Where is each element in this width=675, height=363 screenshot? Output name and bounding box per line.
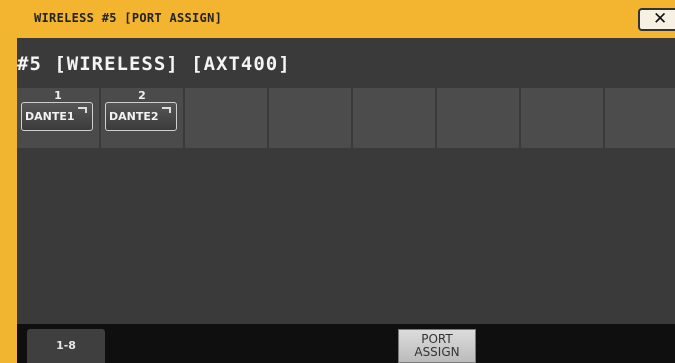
port-slot-6[interactable] [437, 88, 519, 148]
title-bar: WIRELESS #5 [PORT ASSIGN] ✕ [0, 0, 675, 38]
port-slot-4[interactable] [269, 88, 351, 148]
port-slot-7[interactable] [521, 88, 603, 148]
close-button[interactable]: ✕ [638, 8, 675, 31]
slot-number: 2 [138, 89, 146, 102]
port-button-dante1[interactable]: DANTE1 [21, 102, 93, 131]
slot-number: 1 [54, 89, 62, 102]
port-button-label: DANTE2 [109, 110, 159, 123]
port-slots: 1 DANTE1 2 DANTE2 [17, 88, 675, 148]
footer-bar [17, 324, 675, 363]
port-slot-5[interactable] [353, 88, 435, 148]
port-slot-2: 2 DANTE2 [101, 88, 183, 148]
port-assign-tab[interactable]: PORT ASSIGN [398, 329, 476, 363]
window-title: WIRELESS #5 [PORT ASSIGN] [34, 11, 223, 25]
page-tab-1-8[interactable]: 1-8 [27, 329, 105, 363]
port-slot-1: 1 DANTE1 [17, 88, 99, 148]
port-slot-8[interactable] [605, 88, 675, 148]
port-assign-label-line2: ASSIGN [414, 345, 460, 359]
popup-indicator-icon [162, 107, 171, 113]
port-button-label: DANTE1 [25, 110, 75, 123]
port-assign-window: WIRELESS #5 [PORT ASSIGN] ✕ #5 [WIRELESS… [0, 0, 675, 363]
popup-indicator-icon [78, 107, 87, 113]
port-slot-3[interactable] [185, 88, 267, 148]
close-icon: ✕ [653, 9, 668, 29]
port-button-dante2[interactable]: DANTE2 [105, 102, 177, 131]
channel-header: #5 [WIRELESS] [AXT400] [17, 53, 291, 75]
main-panel [17, 38, 675, 324]
